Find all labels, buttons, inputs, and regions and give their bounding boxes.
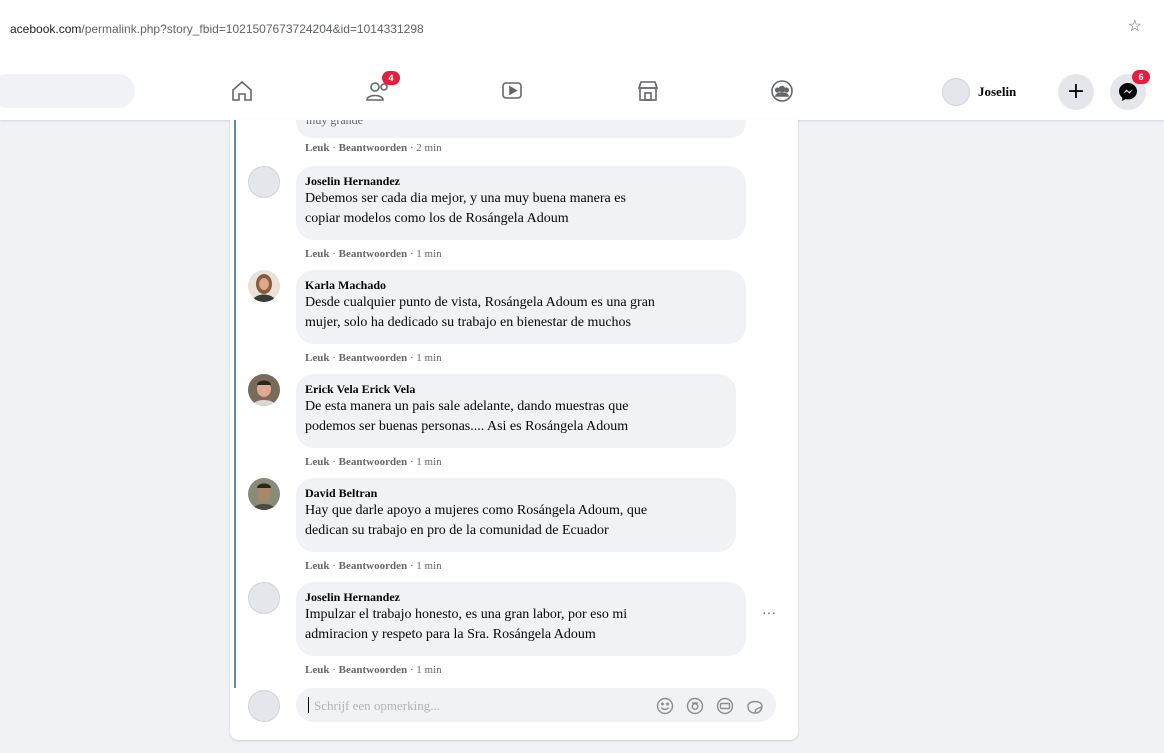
comment-author[interactable]: Erick Vela Erick Vela xyxy=(305,382,724,397)
reply-link[interactable]: Beantwoorden xyxy=(339,456,407,468)
comment-actions: Leuk · Beantwoorden · 2 min xyxy=(305,142,442,154)
previous-comment-bubble: muy grande xyxy=(296,120,746,138)
camera-icon[interactable] xyxy=(686,697,704,715)
browser-address-bar[interactable]: acebook.com/permalink.php?story_fbid=102… xyxy=(0,0,1164,64)
reply-link[interactable]: Beantwoorden xyxy=(339,248,407,260)
reply-link[interactable]: Beantwoorden xyxy=(339,560,407,572)
avatar[interactable] xyxy=(248,478,280,510)
comment-actions: Leuk · Beantwoorden · 1 min xyxy=(305,560,442,572)
composer-icons xyxy=(656,697,764,715)
comment-author[interactable]: Karla Machado xyxy=(305,278,734,293)
avatar[interactable] xyxy=(248,270,280,302)
url-host: acebook.com xyxy=(10,22,82,36)
like-link[interactable]: Leuk xyxy=(305,248,329,260)
comment-author[interactable]: Joselin Hernandez xyxy=(305,590,734,605)
comments-panel: muy grande Leuk · Beantwoorden · 2 min J… xyxy=(230,120,798,740)
comment-input[interactable] xyxy=(312,688,646,724)
comment-time: 1 min xyxy=(416,560,442,572)
friends-icon[interactable]: 4 xyxy=(364,71,400,105)
like-link[interactable]: Leuk xyxy=(305,560,329,572)
sticker-icon[interactable] xyxy=(746,697,764,715)
comment-actions: Leuk · Beantwoorden · 1 min xyxy=(305,248,442,260)
like-link[interactable]: Leuk xyxy=(305,352,329,364)
text-cursor xyxy=(308,697,309,713)
like-link[interactable]: Leuk xyxy=(305,456,329,468)
comment-text-line: admiracion y respeto para la Sra. Rosáng… xyxy=(305,627,596,642)
profile-name: Joselin xyxy=(978,84,1017,99)
comment-text-line: dedican su trabajo en pro de la comunida… xyxy=(305,523,609,538)
comment-actions: Leuk · Beantwoorden · 1 min xyxy=(305,352,442,364)
marketplace-icon[interactable] xyxy=(634,77,662,105)
url-text[interactable]: acebook.com/permalink.php?story_fbid=102… xyxy=(10,22,424,36)
groups-icon[interactable] xyxy=(768,77,796,105)
watch-icon[interactable] xyxy=(498,77,526,105)
gif-icon[interactable] xyxy=(716,697,734,715)
comment-text-line: copiar modelos como los de Rosángela Ado… xyxy=(305,211,569,226)
profile-button[interactable]: Joselin xyxy=(942,78,1016,106)
comment-bubble: Erick Vela Erick Vela De esta manera un … xyxy=(296,374,736,448)
comment-bubble: David Beltran Hay que darle apoyo a muje… xyxy=(296,478,736,552)
comment-actions: Leuk · Beantwoorden · 1 min xyxy=(305,664,442,676)
messenger-icon xyxy=(1119,83,1137,101)
avatar[interactable] xyxy=(248,582,280,614)
comment-bubble: Karla Machado Desde cualquier punto de v… xyxy=(296,270,746,344)
messenger-button[interactable]: 6 xyxy=(1110,70,1150,110)
emoji-icon[interactable] xyxy=(656,697,674,715)
bookmark-star-icon[interactable]: ☆ xyxy=(1128,16,1142,36)
more-options-icon[interactable]: ··· xyxy=(762,604,776,620)
reply-link[interactable]: Beantwoorden xyxy=(339,664,407,676)
comment-time: 1 min xyxy=(416,352,442,364)
reply-link[interactable]: Beantwoorden xyxy=(339,352,407,364)
comment-text-line: Debemos ser cada dia mejor, y una muy bu… xyxy=(305,191,626,206)
like-link[interactable]: Leuk xyxy=(305,664,329,676)
reply-link[interactable]: Beantwoorden xyxy=(339,142,407,154)
comment-text-line: mujer, solo ha dedicado su trabajo en bi… xyxy=(305,315,632,330)
comment-text-line: podemos ser buenas personas.... Asi es R… xyxy=(305,419,629,434)
profile-avatar xyxy=(942,78,970,106)
comment-time: 1 min xyxy=(416,664,442,676)
comment-author[interactable]: David Beltran xyxy=(305,486,724,501)
avatar[interactable] xyxy=(248,374,280,406)
messenger-badge: 6 xyxy=(1132,70,1150,84)
friends-badge: 4 xyxy=(382,71,400,85)
comment-input-box[interactable] xyxy=(296,688,776,724)
comment-author[interactable]: Joselin Hernandez xyxy=(305,174,734,189)
thread-line xyxy=(234,120,236,688)
home-icon[interactable] xyxy=(228,77,256,105)
avatar[interactable] xyxy=(248,166,280,198)
comment-text-line: De esta manera un pais sale adelante, da… xyxy=(305,399,629,414)
like-link[interactable]: Leuk xyxy=(305,142,329,154)
composer-avatar xyxy=(248,690,280,722)
comment-bubble: Joselin Hernandez Debemos ser cada dia m… xyxy=(296,166,746,240)
previous-comment-text: muy grande xyxy=(306,120,363,127)
comment-text-line: Hay que darle apoyo a mujeres como Rosán… xyxy=(305,503,648,518)
comment-time: 1 min xyxy=(416,248,442,260)
comment-time: 2 min xyxy=(416,142,442,154)
comment-bubble: Joselin Hernandez Impulzar el trabajo ho… xyxy=(296,582,746,656)
create-button[interactable]: + xyxy=(1058,74,1094,110)
comment-time: 1 min xyxy=(416,456,442,468)
top-navigation: 4 Joselin + 6 xyxy=(0,64,1164,120)
search-input[interactable] xyxy=(0,74,135,108)
url-path: /permalink.php?story_fbid=10215076737242… xyxy=(81,22,424,36)
comment-text-line: Impulzar el trabajo honesto, es una gran… xyxy=(305,607,628,622)
comment-composer xyxy=(248,686,778,726)
plus-icon: + xyxy=(1066,79,1086,104)
comment-actions: Leuk · Beantwoorden · 1 min xyxy=(305,456,442,468)
comment-text-line: Desde cualquier punto de vista, Rosángel… xyxy=(305,295,655,310)
